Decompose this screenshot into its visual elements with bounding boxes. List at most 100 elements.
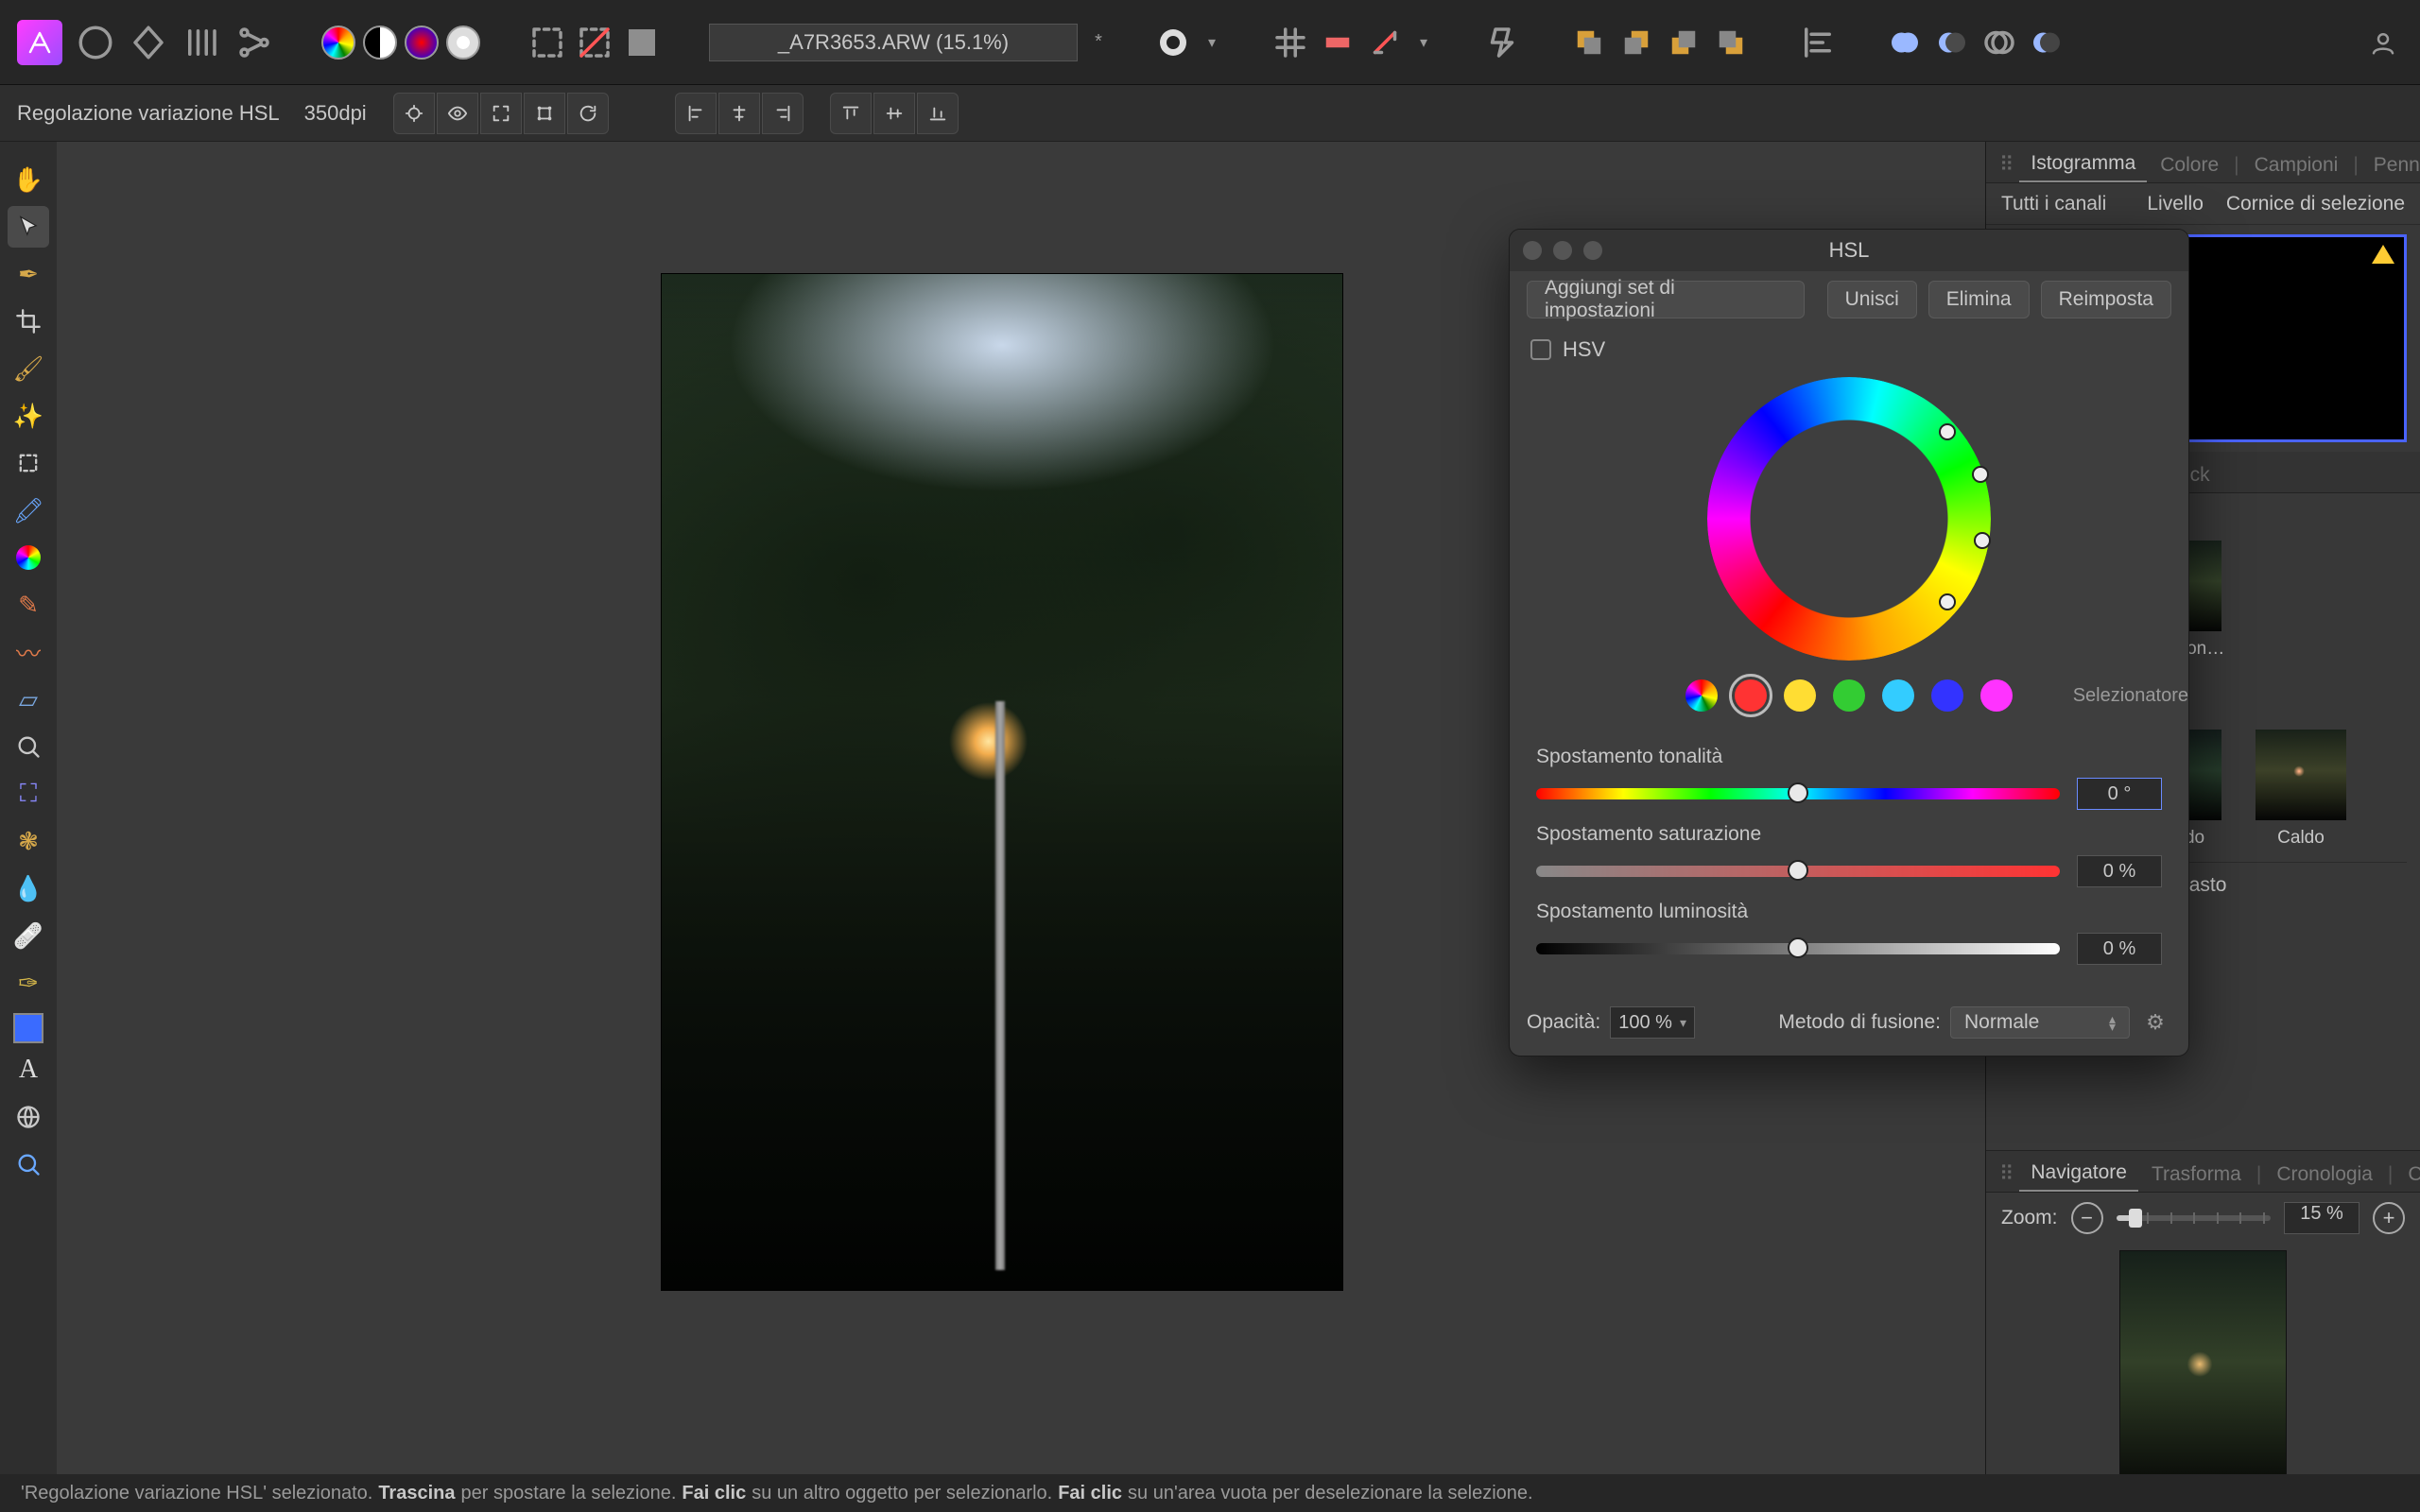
brush-tool-icon[interactable]: 🖌 xyxy=(8,348,49,389)
align-h-right-icon[interactable] xyxy=(762,93,804,134)
lum-value-input[interactable]: 0 % xyxy=(2077,933,2162,965)
snap-icon[interactable] xyxy=(1318,23,1357,62)
align-v-middle-icon[interactable] xyxy=(873,93,915,134)
persona-liquify-icon[interactable] xyxy=(129,23,168,62)
align-h-center-icon[interactable] xyxy=(718,93,760,134)
tab-history[interactable]: Cronologia xyxy=(2265,1156,2384,1192)
align-h-left-icon[interactable] xyxy=(675,93,717,134)
blur-tool-icon[interactable]: 💧 xyxy=(8,868,49,909)
arrange-front-icon[interactable] xyxy=(1569,23,1609,62)
zoom-slider[interactable] xyxy=(2117,1215,2271,1221)
crop-tool-icon[interactable] xyxy=(8,301,49,342)
smudge-tool-icon[interactable]: 〰 xyxy=(8,631,49,673)
tab-color[interactable]: Colore xyxy=(2149,146,2230,182)
tab-channels[interactable]: Canali xyxy=(2396,1156,2420,1192)
sat-value-input[interactable]: 0 % xyxy=(2077,855,2162,887)
mesh-tool-icon[interactable] xyxy=(8,1096,49,1138)
boolean-sub-icon[interactable] xyxy=(1932,23,1972,62)
stamp-tool-icon[interactable]: ⛶ xyxy=(8,773,49,815)
navigator-preview[interactable] xyxy=(2120,1251,2286,1497)
ctx-fit-icon[interactable] xyxy=(480,93,522,134)
sat-slider[interactable] xyxy=(1536,866,2060,877)
align-v-top-icon[interactable] xyxy=(830,93,872,134)
hsl-settings-icon[interactable]: ⚙ xyxy=(2139,1006,2171,1039)
tab-transform[interactable]: Trasforma xyxy=(2140,1156,2253,1192)
document-image[interactable] xyxy=(662,274,1342,1290)
ctx-rotate-icon[interactable] xyxy=(567,93,609,134)
pen-tool-icon[interactable]: ✑ xyxy=(8,962,49,1004)
persona-photo-icon[interactable] xyxy=(76,23,115,62)
document-title[interactable]: _A7R3653.ARW (15.1%) xyxy=(709,24,1078,61)
persona-develop-icon[interactable] xyxy=(182,23,221,62)
paint-brush-tool-icon[interactable] xyxy=(8,537,49,578)
zoom-out-button[interactable]: − xyxy=(2071,1202,2103,1234)
foreground-swatch[interactable] xyxy=(13,1013,43,1043)
quick-mask-icon[interactable] xyxy=(622,23,662,62)
view-mode-icon[interactable] xyxy=(1153,23,1193,62)
zoom-value[interactable]: 15 % xyxy=(2284,1202,2360,1234)
grid-icon[interactable] xyxy=(1270,23,1310,62)
hist-marquee[interactable]: Cornice di selezione xyxy=(2226,193,2405,215)
pencil-tool-icon[interactable]: ✎ xyxy=(8,584,49,626)
hsl-swatch-all[interactable] xyxy=(1685,679,1718,712)
adjust-wheel-icon[interactable] xyxy=(321,26,355,60)
marquee-tool-icon[interactable] xyxy=(8,442,49,484)
zoom-tool-icon[interactable] xyxy=(8,1143,49,1185)
picker-label[interactable]: Selezionatore xyxy=(2073,685,2188,707)
hand-tool-icon[interactable]: ✋ xyxy=(8,159,49,200)
panel-drag-icon[interactable]: ⠿ xyxy=(1996,1155,2017,1192)
adjust-color-icon[interactable] xyxy=(405,26,439,60)
preset-warm[interactable]: Caldo xyxy=(2249,730,2353,849)
lighting-icon[interactable] xyxy=(1482,23,1522,62)
tab-brushes[interactable]: Pennelli xyxy=(2362,146,2420,182)
tab-navigator[interactable]: Navigatore xyxy=(2019,1154,2138,1192)
persona-export-icon[interactable] xyxy=(234,23,274,62)
selection-clear-icon[interactable] xyxy=(575,23,614,62)
boolean-xor-icon[interactable] xyxy=(2027,23,2066,62)
hsl-merge-button[interactable]: Unisci xyxy=(1827,281,1917,318)
lum-slider[interactable] xyxy=(1536,943,2060,954)
hue-handle-1[interactable] xyxy=(1939,423,1956,440)
hsl-reset-button[interactable]: Reimposta xyxy=(2041,281,2171,318)
arrange-back-icon[interactable] xyxy=(1711,23,1751,62)
hsl-swatch-cyan[interactable] xyxy=(1882,679,1914,712)
flood-select-tool-icon[interactable]: 🖍 xyxy=(8,490,49,531)
color-picker-tool-icon[interactable]: ✒ xyxy=(8,253,49,295)
text-tool-icon[interactable]: A xyxy=(8,1049,49,1091)
arrange-forward-icon[interactable] xyxy=(1616,23,1656,62)
zoom-in-button[interactable]: + xyxy=(2373,1202,2405,1234)
zoom-blur-tool-icon[interactable] xyxy=(8,726,49,767)
boolean-add-icon[interactable] xyxy=(1885,23,1925,62)
move-tool-icon[interactable] xyxy=(8,206,49,248)
fx-brush-tool-icon[interactable]: ✨ xyxy=(8,395,49,437)
hsl-add-preset-button[interactable]: Aggiungi set di impostazioni xyxy=(1527,281,1805,318)
hsl-swatch-red[interactable] xyxy=(1735,679,1767,712)
assist-icon[interactable] xyxy=(1365,23,1405,62)
hsl-dialog[interactable]: HSL Aggiungi set di impostazioni Unisci … xyxy=(1509,229,2189,1057)
hsl-swatch-green[interactable] xyxy=(1833,679,1865,712)
blend-mode-select[interactable]: Normale ▴▾ xyxy=(1950,1006,2130,1039)
tab-histogram[interactable]: Istogramma xyxy=(2019,145,2147,182)
hue-handle-3[interactable] xyxy=(1974,532,1991,549)
arrange-backward-icon[interactable] xyxy=(1664,23,1703,62)
tab-samples[interactable]: Campioni xyxy=(2243,146,2350,182)
hue-slider[interactable] xyxy=(1536,788,2060,799)
hsl-swatch-blue[interactable] xyxy=(1931,679,1963,712)
adjust-soft-icon[interactable] xyxy=(446,26,480,60)
spray-tool-icon[interactable]: ❃ xyxy=(8,820,49,862)
adjust-bw-icon[interactable] xyxy=(363,26,397,60)
hsl-swatch-magenta[interactable] xyxy=(1980,679,2013,712)
hist-layer[interactable]: Livello xyxy=(2147,193,2204,215)
hsl-swatch-yellow[interactable] xyxy=(1784,679,1816,712)
hue-wheel[interactable] xyxy=(1707,377,1991,661)
hue-handle-4[interactable] xyxy=(1939,593,1956,610)
eraser-tool-icon[interactable]: ▱ xyxy=(8,679,49,720)
ctx-bounds-icon[interactable] xyxy=(524,93,565,134)
align-left-icon[interactable] xyxy=(1798,23,1838,62)
ctx-eye-icon[interactable] xyxy=(437,93,478,134)
account-icon[interactable] xyxy=(2363,23,2403,62)
hsl-delete-button[interactable]: Elimina xyxy=(1928,281,2030,318)
hsv-checkbox[interactable] xyxy=(1530,339,1551,360)
hue-handle-2[interactable] xyxy=(1972,466,1989,483)
hue-value-input[interactable]: 0 ° xyxy=(2077,778,2162,810)
